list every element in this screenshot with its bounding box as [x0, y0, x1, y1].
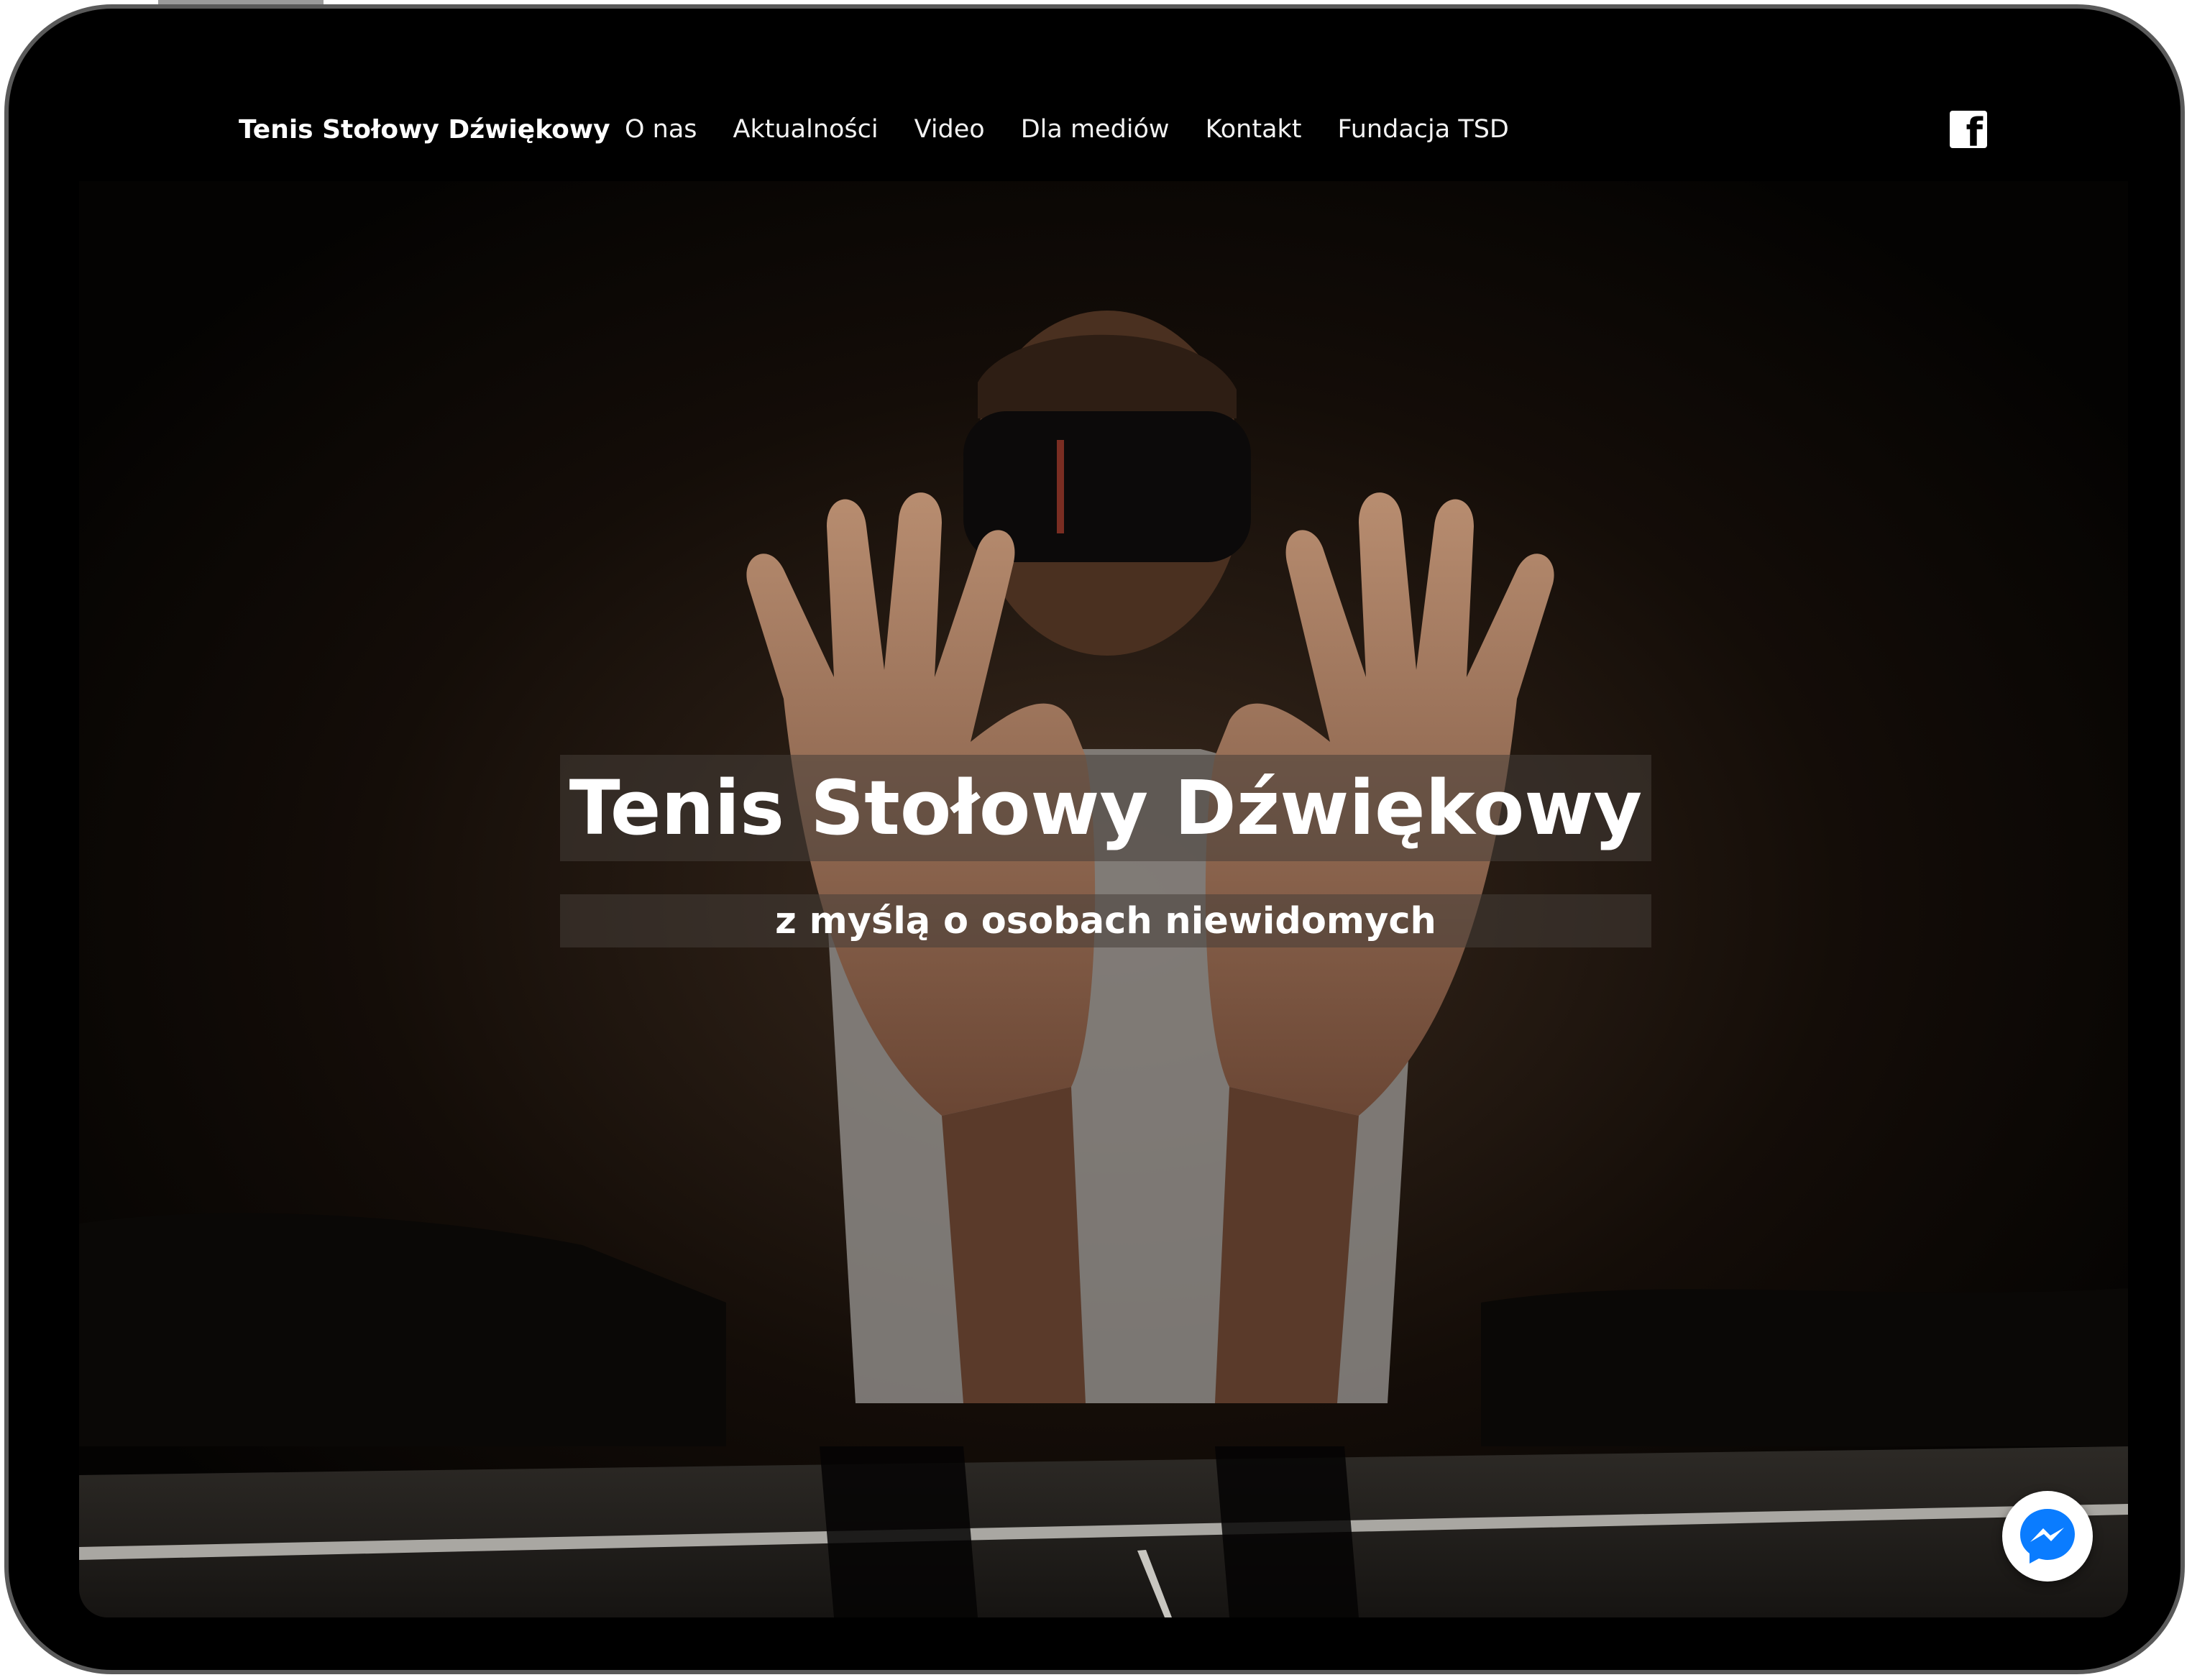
nav-link-kontakt[interactable]: Kontakt: [1206, 115, 1302, 144]
nav-link-fundacja-tsd[interactable]: Fundacja TSD: [1338, 115, 1509, 144]
brand-logo-link[interactable]: Tenis Stołowy Dźwiękowy: [239, 115, 610, 144]
facebook-glyph: f: [1966, 110, 1984, 155]
tablet-frame: Tenis Stołowy Dźwiękowy O nas Aktualnośc…: [4, 4, 2185, 1674]
messenger-chat-button[interactable]: [2002, 1491, 2093, 1582]
nav-link-dla-mediow[interactable]: Dla mediów: [1021, 115, 1170, 144]
main-nav: O nas Aktualności Video Dla mediów Konta…: [625, 115, 1545, 144]
site-header: Tenis Stołowy Dźwiękowy O nas Aktualnośc…: [9, 9, 2180, 181]
facebook-icon[interactable]: f: [1950, 111, 1987, 152]
nav-link-aktualnosci[interactable]: Aktualności: [733, 115, 879, 144]
hero-subtitle-banner: z myślą o osobach niewidomych: [560, 894, 1651, 947]
messenger-icon: [2020, 1509, 2075, 1564]
nav-link-o-nas[interactable]: O nas: [625, 115, 697, 144]
nav-link-video[interactable]: Video: [914, 115, 985, 144]
hero-title: Tenis Stołowy Dźwiękowy: [569, 764, 1643, 852]
hero-subtitle: z myślą o osobach niewidomych: [775, 899, 1436, 942]
hero-title-banner: Tenis Stołowy Dźwiękowy: [560, 755, 1651, 861]
